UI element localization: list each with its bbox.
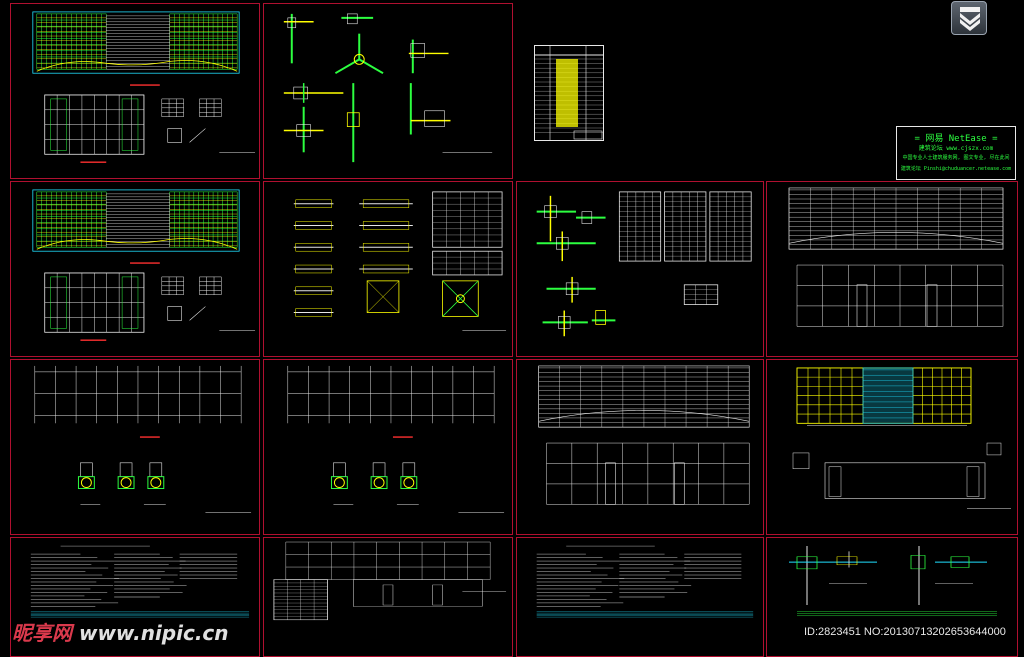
steel-frame-elevation-drawing <box>32 11 256 163</box>
connection-details-drawing <box>536 191 752 337</box>
image-id-label: ID:2823451 NO:20130713202653644000 <box>804 626 1006 638</box>
nipic-watermark: 昵享网 www.nipic.cn <box>12 617 229 646</box>
steel-frame-elevation-drawing <box>32 189 256 341</box>
drawing-sheet-7 <box>10 359 260 535</box>
stamp-line-3: 中国专业人士建筑服务网, 图文专业, 尽在此间 <box>902 155 1010 161</box>
design-notes-drawing <box>536 545 754 618</box>
drawing-sheet-4 <box>263 181 513 357</box>
material-table-sheet <box>534 45 604 141</box>
drawing-sheet-13 <box>516 537 764 657</box>
drawing-sheet-14 <box>766 537 1018 657</box>
grid-plan-drawing <box>788 187 1004 327</box>
stamp-subtitle: 建筑论坛 www.cjszx.com <box>918 145 994 152</box>
column-layout-drawing <box>34 365 252 513</box>
drawing-sheet-2 <box>263 3 513 179</box>
node-details-drawing <box>789 546 997 616</box>
drawing-sheet-12 <box>263 537 513 657</box>
grid-plan-drawing <box>538 365 750 505</box>
drawing-sheet-1 <box>10 3 260 179</box>
drawing-sheet-10 <box>766 359 1018 535</box>
beam-schedule-drawing <box>293 191 507 331</box>
material-table-drawing <box>534 45 604 141</box>
netease-info-stamp: = 网易 NetEase = 建筑论坛 www.cjszx.com 中国专业人士… <box>896 126 1016 180</box>
watermark-brand: 昵享网 <box>12 621 72 645</box>
foundation-plan-drawing <box>273 541 507 621</box>
double-chevron-down-icon <box>960 7 980 31</box>
drawing-sheet-5 <box>516 181 764 357</box>
drawing-sheet-6 <box>766 181 1018 357</box>
drawing-sheet-3 <box>10 181 260 357</box>
joint-details-drawing <box>283 13 493 163</box>
drawing-sheet-9 <box>516 359 764 535</box>
drawing-sheet-8 <box>263 359 513 535</box>
watermark-url: www.nipic.cn <box>78 621 229 645</box>
column-layout-drawing <box>287 365 505 513</box>
roof-plan-drawing <box>792 367 1011 509</box>
download-button[interactable] <box>951 1 987 35</box>
stamp-line-4: 建筑论坛 Pinshi@chuduancer.netease.com <box>900 166 1012 172</box>
